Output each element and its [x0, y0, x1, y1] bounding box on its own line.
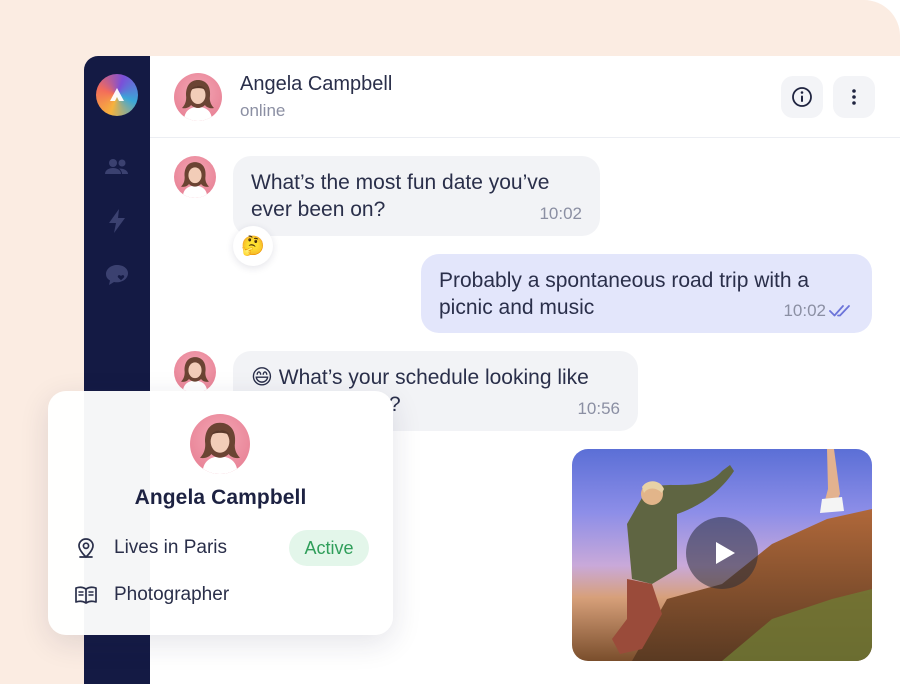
- message-bubble-outgoing[interactable]: Probably a spontaneous road trip with a …: [421, 254, 872, 333]
- message-reaction[interactable]: 🤔: [233, 226, 273, 266]
- chat-header: Angela Campbell online: [150, 56, 900, 138]
- book-icon: [75, 586, 97, 604]
- profile-occupation: Photographer: [114, 584, 230, 605]
- app-logo[interactable]: [96, 74, 138, 116]
- message-emoji: 😄: [251, 366, 273, 389]
- lightning-icon[interactable]: [103, 207, 131, 235]
- message-text-line: ever been on?: [251, 198, 386, 221]
- more-options-button[interactable]: [833, 76, 875, 118]
- person-photo-icon: [182, 80, 214, 121]
- person-photo-icon: [200, 422, 240, 474]
- profile-location: Lives in Paris: [114, 537, 227, 558]
- chat-heart-icon[interactable]: [103, 261, 131, 289]
- contact-status: online: [240, 101, 286, 120]
- users-icon[interactable]: [103, 153, 131, 181]
- double-check-icon: [829, 305, 850, 317]
- profile-name: Angela Campbell: [134, 486, 307, 509]
- contact-avatar[interactable]: [174, 73, 222, 121]
- message-avatar[interactable]: [174, 351, 216, 393]
- video-message[interactable]: [572, 449, 872, 661]
- info-button[interactable]: [781, 76, 823, 118]
- message-text-line: What’s the most fun date you’ve: [251, 171, 550, 194]
- message-text-line: Probably a spontaneous road trip with a: [439, 269, 810, 292]
- message-text-line: What’s your schedule looking like: [278, 366, 589, 389]
- more-vertical-icon: [852, 89, 856, 105]
- location-pin-icon: [78, 538, 94, 559]
- profile-avatar[interactable]: [190, 414, 250, 474]
- message-time: 10:02: [539, 204, 582, 223]
- profile-card: Angela Campbell Lives in Paris Active Ph…: [48, 391, 393, 635]
- status-badge: Active: [289, 530, 369, 566]
- person-photo-icon: [181, 162, 209, 198]
- contact-name: Angela Campbell: [240, 73, 393, 95]
- info-icon: [792, 87, 812, 107]
- message-avatar[interactable]: [174, 156, 216, 198]
- person-photo-icon: [181, 357, 209, 393]
- message-time: 10:02: [783, 301, 826, 320]
- play-icon[interactable]: [712, 540, 738, 566]
- message-bubble-incoming[interactable]: What’s the most fun date you’ve ever bee…: [233, 156, 600, 236]
- message-time: 10:56: [577, 399, 620, 418]
- logo-mark-icon: [110, 88, 124, 101]
